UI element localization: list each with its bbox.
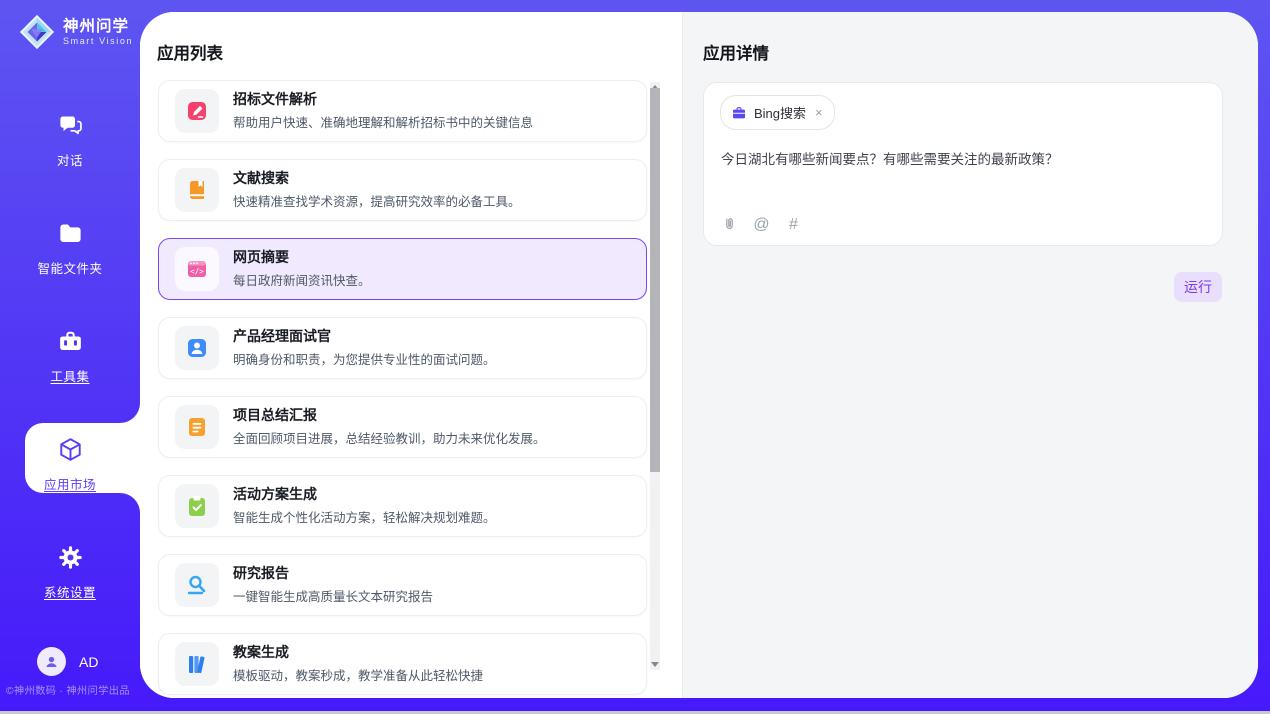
- app-card-description: 每日政府新闻资讯快查。: [233, 270, 371, 289]
- person-doc-icon: [185, 336, 209, 360]
- clipboard-check-icon: [185, 494, 209, 518]
- app-card[interactable]: 研究报告一键智能生成高质量长文本研究报告: [158, 554, 647, 616]
- brand-tagline: Smart Vision: [63, 37, 133, 47]
- tool-tag[interactable]: Bing搜索 ×: [720, 95, 835, 130]
- app-card-title: 产品经理面试官: [233, 328, 496, 345]
- app-icon-box: [175, 405, 219, 449]
- briefcase-icon: [731, 105, 747, 121]
- sidebar-item-label: 工具集: [0, 366, 140, 385]
- app-card[interactable]: 项目总结汇报全面回顾项目进展，总结经验教训，助力未来优化发展。: [158, 396, 647, 458]
- app-card-text: 招标文件解析帮助用户快速、准确地理解和解析招标书中的关键信息: [233, 91, 533, 132]
- input-toolbar: @#: [721, 216, 802, 233]
- app-card[interactable]: </> 网页摘要每日政府新闻资讯快查。: [158, 238, 647, 300]
- app-card[interactable]: 文献搜索快速精准查找学术资源，提高研究效率的必备工具。: [158, 159, 647, 221]
- close-icon[interactable]: ×: [815, 105, 823, 120]
- pencil-doc-icon: [185, 99, 209, 123]
- gear-icon: [57, 544, 84, 571]
- user-row[interactable]: AD: [37, 647, 98, 676]
- svg-text:</>: </>: [190, 267, 204, 276]
- sidebar-item-toolset[interactable]: 工具集: [0, 328, 140, 385]
- paperclip-icon[interactable]: [721, 216, 738, 233]
- book-icon: [185, 178, 209, 202]
- main-panel: 应用列表 招标文件解析帮助用户快速、准确地理解和解析招标书中的关键信息文献搜索快…: [140, 12, 1258, 698]
- app-icon-box: [175, 326, 219, 370]
- app-card-description: 智能生成个性化活动方案，轻松解决规划难题。: [233, 507, 496, 526]
- app-card-text: 活动方案生成智能生成个性化活动方案，轻松解决规划难题。: [233, 486, 496, 527]
- active-nav-fillet-top: [120, 403, 140, 423]
- app-detail-title: 应用详情: [703, 40, 769, 64]
- app-card-text: 教案生成模板驱动，教案秒成，教学准备从此轻松快捷: [233, 644, 483, 685]
- brand-logo: 神州问学 Smart Vision: [18, 13, 133, 51]
- active-nav-fillet-bottom: [120, 493, 140, 513]
- sidebar-item-system-settings[interactable]: 系统设置: [0, 544, 140, 601]
- app-card-text: 研究报告一键智能生成高质量长文本研究报告: [233, 565, 433, 606]
- app-card-title: 项目总结汇报: [233, 407, 546, 424]
- app-icon-box: </>: [175, 247, 219, 291]
- query-text[interactable]: 今日湖北有哪些新闻要点？有哪些需要关注的最新政策？: [721, 150, 1201, 170]
- app-card-title: 教案生成: [233, 644, 483, 661]
- app-card-description: 快速精准查找学术资源，提高研究效率的必备工具。: [233, 191, 521, 210]
- app-card-title: 招标文件解析: [233, 91, 533, 108]
- app-card[interactable]: 活动方案生成智能生成个性化活动方案，轻松解决规划难题。: [158, 475, 647, 537]
- doc-lines-icon: [185, 415, 209, 439]
- at-icon[interactable]: @: [753, 216, 770, 233]
- app-card-text: 网页摘要每日政府新闻资讯快查。: [233, 249, 371, 290]
- scroll-thumb[interactable]: [650, 88, 660, 472]
- app-card-description: 帮助用户快速、准确地理解和解析招标书中的关键信息: [233, 112, 533, 131]
- app-card-text: 产品经理面试官明确身份和职责，为您提供专业性的面试问题。: [233, 328, 496, 369]
- app-card-list: 招标文件解析帮助用户快速、准确地理解和解析招标书中的关键信息文献搜索快速精准查找…: [158, 80, 647, 698]
- sidebar-item-label: 应用市场: [0, 474, 140, 493]
- sidebar-item-app-market[interactable]: 应用市场: [0, 436, 140, 493]
- app-card-title: 网页摘要: [233, 249, 371, 266]
- app-icon-box: [175, 484, 219, 528]
- prompt-card: Bing搜索 × 今日湖北有哪些新闻要点？有哪些需要关注的最新政策？ @#: [703, 82, 1223, 246]
- app-card-description: 全面回顾项目进展，总结经验教训，助力未来优化发展。: [233, 428, 546, 447]
- brand-name: 神州问学: [63, 18, 133, 35]
- app-card-title: 活动方案生成: [233, 486, 496, 503]
- scroll-down-arrow-icon[interactable]: [651, 662, 659, 667]
- app-card[interactable]: 产品经理面试官明确身份和职责，为您提供专业性的面试问题。: [158, 317, 647, 379]
- app-card-text: 文献搜索快速精准查找学术资源，提高研究效率的必备工具。: [233, 170, 521, 211]
- app-card-title: 研究报告: [233, 565, 433, 582]
- hash-icon[interactable]: #: [785, 216, 802, 233]
- sidebar-item-smart-folders[interactable]: 智能文件夹: [0, 220, 140, 277]
- browser-code-icon: </>: [185, 257, 209, 281]
- sidebar-item-chat[interactable]: 对话: [0, 112, 140, 169]
- app-icon-box: [175, 89, 219, 133]
- app-card-description: 一键智能生成高质量长文本研究报告: [233, 586, 433, 605]
- app-list-title: 应用列表: [157, 40, 223, 64]
- app-icon-box: [175, 642, 219, 686]
- app-detail-pane: 应用详情 Bing搜索 × 今日湖北有哪些新闻要点？有哪些需要关注的最新政策？ …: [682, 12, 1258, 698]
- app-card-description: 明确身份和职责，为您提供专业性的面试问题。: [233, 349, 496, 368]
- app-card-text: 项目总结汇报全面回顾项目进展，总结经验教训，助力未来优化发展。: [233, 407, 546, 448]
- toolbox-icon: [57, 328, 84, 355]
- user-initials: AD: [79, 654, 98, 670]
- app-card[interactable]: 教案生成模板驱动，教案秒成，教学准备从此轻松快捷: [158, 633, 647, 695]
- scrollbar[interactable]: [650, 82, 660, 670]
- run-button[interactable]: 运行: [1174, 272, 1222, 302]
- app-icon-box: [175, 563, 219, 607]
- sidebar-item-label: 系统设置: [0, 582, 140, 601]
- microscope-icon: [185, 573, 209, 597]
- app-list-pane: 应用列表 招标文件解析帮助用户快速、准确地理解和解析招标书中的关键信息文献搜索快…: [140, 12, 682, 698]
- tool-tag-label: Bing搜索: [754, 103, 806, 122]
- copyright: ©神州数码 · 神州问学出品: [6, 682, 140, 697]
- app-card-title: 文献搜索: [233, 170, 521, 187]
- app-card[interactable]: 招标文件解析帮助用户快速、准确地理解和解析招标书中的关键信息: [158, 80, 647, 142]
- books-icon: [185, 652, 209, 676]
- diamond-logo-icon: [18, 13, 56, 51]
- cube-icon: [57, 436, 84, 463]
- sidebar-item-label: 智能文件夹: [0, 258, 140, 277]
- sidebar: 神州问学 Smart Vision 对话智能文件夹工具集应用市场系统设置 AD …: [0, 0, 140, 711]
- folder-icon: [57, 220, 84, 247]
- chat-icon: [57, 112, 84, 139]
- person-icon[interactable]: [37, 647, 66, 676]
- sidebar-item-label: 对话: [0, 150, 140, 169]
- app-icon-box: [175, 168, 219, 212]
- app-card-description: 模板驱动，教案秒成，教学准备从此轻松快捷: [233, 665, 483, 684]
